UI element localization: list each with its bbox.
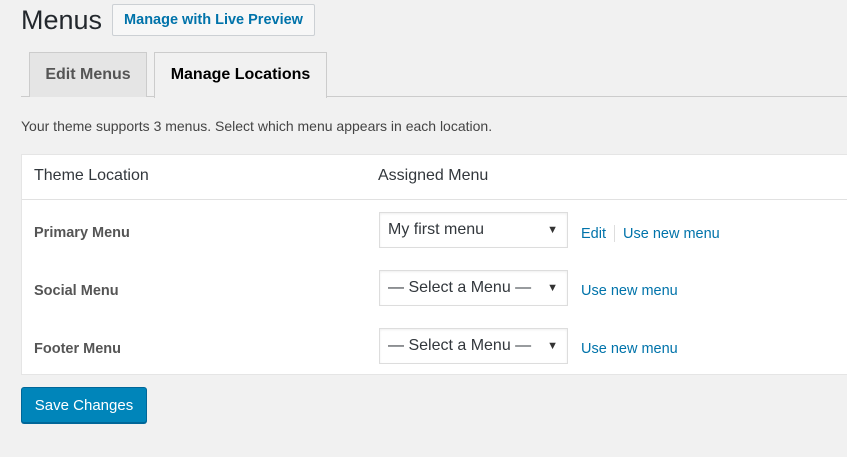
- use-new-menu-link-primary[interactable]: Use new menu: [623, 226, 720, 242]
- column-header-theme-location: Theme Location: [34, 167, 149, 184]
- select-value: — Select a Menu —: [388, 337, 532, 354]
- dropdown-arrow-icon: ▼: [547, 282, 558, 294]
- intro-text: Your theme supports 3 menus. Select whic…: [21, 118, 493, 134]
- table-row-social-menu: Social Menu — Select a Menu — ▼ Use new …: [22, 261, 847, 319]
- table-header: Theme Location Assigned Menu: [22, 155, 847, 200]
- tab-edit-menus[interactable]: Edit Menus: [29, 52, 147, 97]
- primary-menu-select[interactable]: My first menu ▼: [379, 212, 568, 248]
- page-header: Menus Manage with Live Preview: [21, 2, 315, 38]
- location-label-social: Social Menu: [34, 283, 119, 299]
- save-changes-button[interactable]: Save Changes: [21, 387, 147, 423]
- use-new-menu-link-social[interactable]: Use new menu: [581, 283, 678, 299]
- location-label-primary: Primary Menu: [34, 225, 130, 241]
- footer-menu-select[interactable]: — Select a Menu — ▼: [379, 328, 568, 364]
- column-header-assigned-menu: Assigned Menu: [378, 167, 489, 184]
- manage-live-preview-button[interactable]: Manage with Live Preview: [112, 4, 315, 36]
- dropdown-arrow-icon: ▼: [547, 340, 558, 352]
- social-menu-select[interactable]: — Select a Menu — ▼: [379, 270, 568, 306]
- row-actions: Use new menu: [581, 341, 678, 357]
- row-actions: Edit Use new menu: [581, 225, 720, 242]
- table-row-primary-menu: Primary Menu My first menu ▼ Edit Use ne…: [22, 203, 847, 261]
- edit-menu-link[interactable]: Edit: [581, 226, 606, 242]
- row-actions: Use new menu: [581, 283, 678, 299]
- nav-tabs: Edit Menus Manage Locations: [21, 52, 847, 98]
- select-value: — Select a Menu —: [388, 279, 532, 296]
- link-separator: [614, 225, 615, 242]
- location-label-footer: Footer Menu: [34, 341, 121, 357]
- tab-manage-locations[interactable]: Manage Locations: [154, 52, 327, 98]
- menu-locations-table: Theme Location Assigned Menu Primary Men…: [21, 154, 847, 375]
- page-title: Menus: [21, 5, 103, 35]
- use-new-menu-link-footer[interactable]: Use new menu: [581, 341, 678, 357]
- table-row-footer-menu: Footer Menu — Select a Menu — ▼ Use new …: [22, 319, 847, 377]
- dropdown-arrow-icon: ▼: [547, 224, 558, 236]
- select-value: My first menu: [388, 221, 485, 238]
